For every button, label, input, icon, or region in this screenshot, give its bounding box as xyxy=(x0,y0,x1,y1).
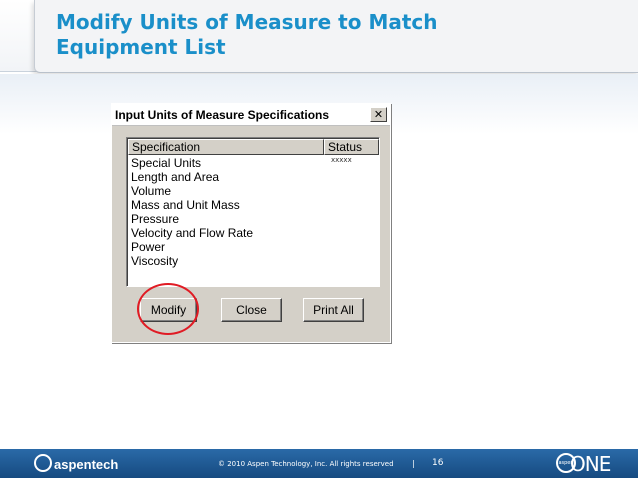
list-item[interactable]: Length and Area xyxy=(131,170,377,184)
aspentech-logo: aspentech xyxy=(34,453,118,475)
aspentech-logo-text: aspentech xyxy=(54,457,119,472)
list-item[interactable]: Pressure xyxy=(131,212,377,226)
specification-list[interactable]: Specification Status Special Units xxxxx … xyxy=(126,137,380,287)
footer-bar: aspentech © 2010 Aspen Technology, Inc. … xyxy=(0,449,638,478)
dialog-title: Input Units of Measure Specifications xyxy=(115,108,330,122)
item-specification: Mass and Unit Mass xyxy=(131,198,240,212)
close-button[interactable]: Close xyxy=(221,298,282,322)
item-specification: Special Units xyxy=(131,156,202,170)
aspentech-logo-icon xyxy=(34,454,52,472)
item-specification: Viscosity xyxy=(131,254,179,268)
list-item[interactable]: Volume xyxy=(131,184,377,198)
slide-title-line-1: Modify Units of Measure to Match xyxy=(56,10,438,34)
list-item[interactable]: Viscosity xyxy=(131,254,377,268)
list-item[interactable]: Power xyxy=(131,240,377,254)
list-rows: Special Units xxxxx Length and Area Volum… xyxy=(131,156,377,268)
slide-title-line-2: Equipment List xyxy=(56,35,226,59)
footer-separator: | xyxy=(412,459,415,468)
column-header-specification[interactable]: Specification xyxy=(128,139,324,155)
aspenone-logo: aspen ONE xyxy=(556,451,611,477)
modify-highlight-circle xyxy=(137,283,199,335)
item-specification: Velocity and Flow Rate xyxy=(131,226,254,240)
dialog-close-icon[interactable]: ✕ xyxy=(370,107,387,122)
list-item[interactable]: Velocity and Flow Rate xyxy=(131,226,377,240)
item-specification: Pressure xyxy=(131,212,180,226)
item-specification: Length and Area xyxy=(131,170,220,184)
dialog-titlebar[interactable]: Input Units of Measure Specifications ✕ xyxy=(112,104,390,126)
item-specification: Volume xyxy=(131,184,172,198)
aspenone-logo-text: ONE xyxy=(570,452,611,476)
slide-title: Modify Units of Measure to Match Equipme… xyxy=(56,10,438,60)
item-status: xxxxx xyxy=(331,156,352,164)
print-all-button[interactable]: Print All xyxy=(303,298,364,322)
list-item[interactable]: Special Units xxxxx xyxy=(131,156,377,170)
list-item[interactable]: Mass and Unit Mass xyxy=(131,198,377,212)
copyright-text: © 2010 Aspen Technology, Inc. All rights… xyxy=(218,460,394,468)
page-number: 16 xyxy=(432,458,444,468)
item-specification: Power xyxy=(131,240,166,254)
